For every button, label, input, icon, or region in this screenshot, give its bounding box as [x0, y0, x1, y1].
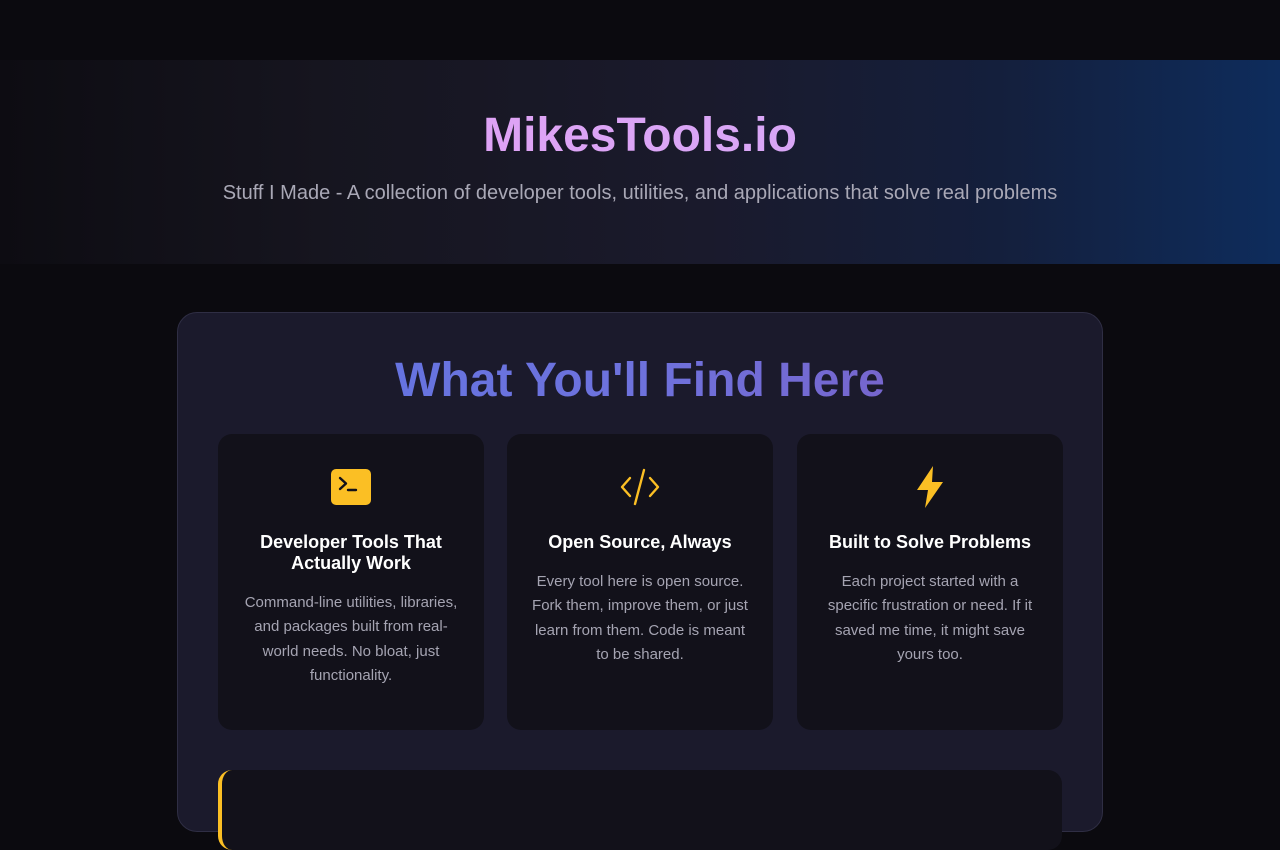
- feature-description: Each project started with a specific fru…: [827, 573, 1033, 663]
- features-heading: What You'll Find Here: [178, 353, 1102, 409]
- code-icon: [507, 466, 773, 508]
- terminal-icon: [218, 466, 484, 508]
- feature-title: Open Source, Always: [548, 532, 732, 552]
- feature-title: Developer Tools That Actually Work: [260, 532, 442, 573]
- features-panel: What You'll Find Here Developer Tools Th…: [177, 312, 1103, 850]
- feature-card-solve-problems: Built to Solve Problems Each project sta…: [797, 434, 1063, 730]
- callout-box: [218, 770, 1062, 850]
- site-title: MikesTools.io: [0, 108, 1280, 164]
- feature-card-developer-tools: Developer Tools That Actually Work Comma…: [218, 434, 484, 730]
- lightning-bolt-icon: [797, 466, 1063, 508]
- feature-card-open-source: Open Source, Always Every tool here is o…: [507, 434, 773, 730]
- feature-description: Command-line utilities, libraries, and p…: [244, 594, 458, 684]
- feature-description: Every tool here is open source. Fork the…: [532, 573, 748, 663]
- hero-banner: MikesTools.io Stuff I Made - A collectio…: [0, 60, 1280, 264]
- feature-title: Built to Solve Problems: [828, 532, 1032, 552]
- site-subtitle: Stuff I Made - A collection of developer…: [222, 182, 1058, 204]
